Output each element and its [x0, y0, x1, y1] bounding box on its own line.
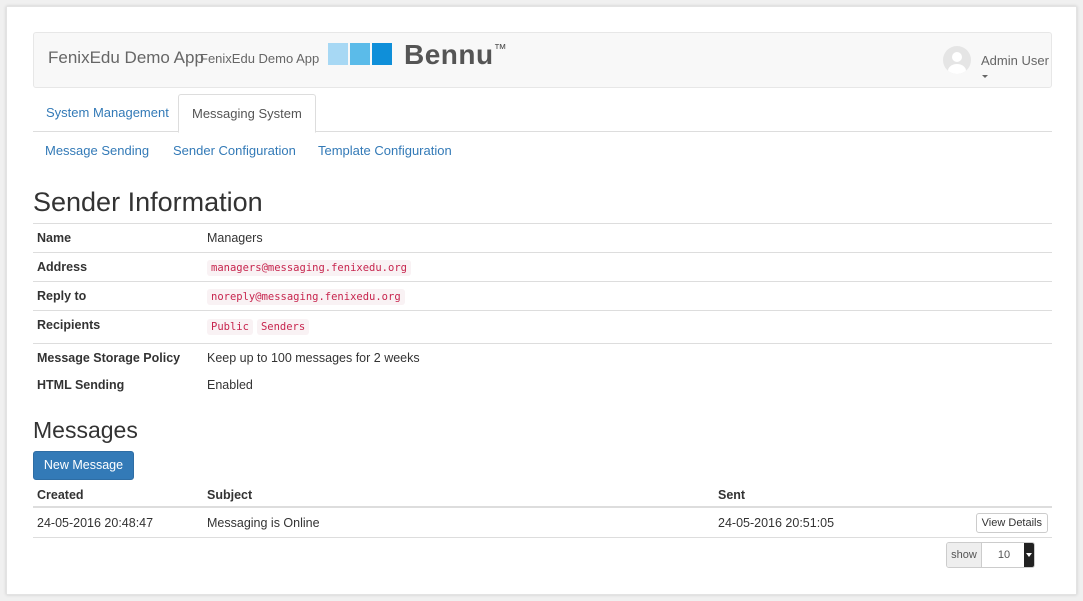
subject-cell: Messaging is Online	[207, 516, 320, 530]
view-details-button[interactable]: View Details	[975, 513, 1048, 533]
user-avatar[interactable]	[943, 46, 971, 74]
info-row-address: Address managers@messaging.fenixedu.org	[33, 252, 1052, 281]
app-brand-title[interactable]: FenixEdu Demo App	[48, 48, 204, 68]
bennu-logo-icon	[328, 43, 392, 65]
reply-to-label: Reply to	[37, 289, 87, 303]
messages-table: Created Subject Sent 24-05-2016 20:48:47…	[33, 485, 1052, 538]
html-sending-value: Enabled	[207, 378, 253, 392]
name-value: Managers	[207, 231, 263, 245]
html-sending-label: HTML Sending	[37, 378, 125, 392]
app-brand-subtitle: FenixEdu Demo App	[200, 51, 320, 66]
address-code: managers@messaging.fenixedu.org	[207, 260, 411, 276]
created-cell: 24-05-2016 20:48:47	[37, 516, 154, 530]
subnav-template-configuration[interactable]: Template Configuration	[318, 143, 452, 158]
info-row-storage-policy: Message Storage Policy Keep up to 100 me…	[33, 343, 1052, 371]
user-name-label: Admin User	[981, 53, 1049, 68]
page-size-label: show	[947, 543, 982, 567]
subnav-message-sending[interactable]: Message Sending	[45, 143, 149, 158]
top-navbar: FenixEdu Demo App FenixEdu Demo App Benn…	[33, 32, 1052, 88]
column-sent: Sent	[718, 488, 746, 502]
new-message-button[interactable]: New Message	[33, 451, 134, 480]
storage-policy-value: Keep up to 100 messages for 2 weeks	[207, 351, 420, 365]
column-created: Created	[37, 488, 84, 502]
address-value: managers@messaging.fenixedu.org	[207, 260, 415, 276]
recipients-label: Recipients	[37, 318, 101, 332]
info-row-name: Name Managers	[33, 223, 1052, 252]
sender-information-heading: Sender Information	[33, 187, 263, 217]
trademark-mark: ™	[493, 41, 508, 56]
storage-policy-label: Message Storage Policy	[37, 351, 181, 365]
subnav-sender-configuration[interactable]: Sender Configuration	[173, 143, 296, 158]
name-label: Name	[37, 231, 72, 245]
avatar-person-icon	[948, 52, 966, 74]
sender-info-table: Name Managers Address managers@messaging…	[33, 223, 1052, 400]
reply-to-code: noreply@messaging.fenixedu.org	[207, 289, 405, 305]
recipients-value: Public Senders	[207, 319, 313, 335]
user-menu-toggle[interactable]: Admin User	[981, 53, 1051, 83]
info-row-html-sending: HTML Sending Enabled	[33, 371, 1052, 400]
page-container: FenixEdu Demo App FenixEdu Demo App Benn…	[6, 6, 1077, 595]
reply-to-value: noreply@messaging.fenixedu.org	[207, 289, 409, 305]
info-row-reply-to: Reply to noreply@messaging.fenixedu.org	[33, 281, 1052, 310]
recipient-senders: Senders	[256, 319, 310, 335]
column-subject: Subject	[207, 488, 253, 502]
main-tabs: System Management Messaging System	[33, 94, 1052, 133]
page-size-value[interactable]: 10	[983, 543, 1025, 567]
recipient-public: Public	[207, 319, 253, 335]
sent-cell: 24-05-2016 20:51:05	[718, 516, 835, 530]
table-row: 24-05-2016 20:48:47 Messaging is Online …	[33, 508, 1052, 538]
caret-down-icon	[982, 75, 988, 79]
address-label: Address	[37, 260, 88, 274]
logo-word: Bennu	[404, 39, 494, 70]
info-row-recipients: Recipients Public Senders	[33, 310, 1052, 343]
page-size-select[interactable]: show 10	[946, 542, 1035, 568]
tab-system-management[interactable]: System Management	[33, 94, 182, 132]
messages-heading: Messages	[33, 417, 138, 443]
chevron-down-icon[interactable]	[1024, 543, 1034, 567]
bennu-logo-text: Bennu™	[404, 39, 507, 71]
tab-messaging-system[interactable]: Messaging System	[178, 94, 316, 133]
messages-table-header: Created Subject Sent	[33, 485, 1052, 508]
